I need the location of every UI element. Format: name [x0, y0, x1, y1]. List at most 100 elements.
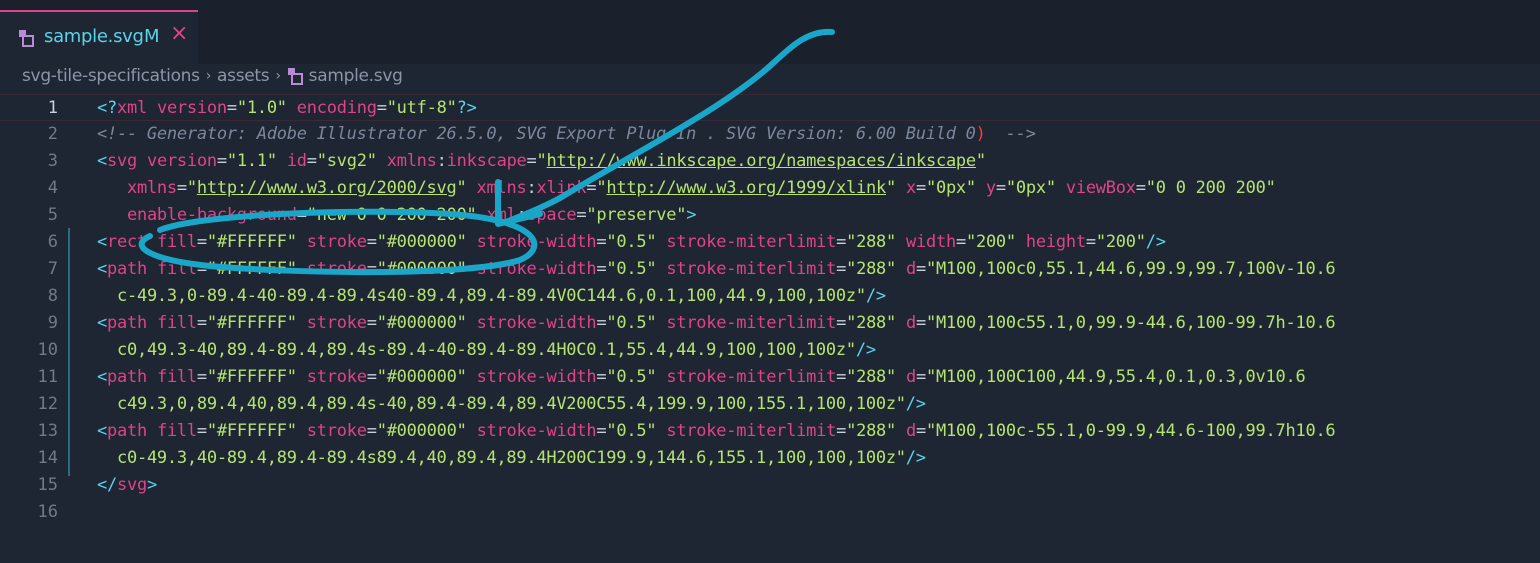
code-token: : — [526, 178, 537, 198]
line-number: 16 — [37, 502, 58, 522]
code-token: http://www.w3.org/2000/svg — [196, 178, 457, 198]
code-token: "288" — [846, 421, 897, 441]
line-number: 13 — [37, 421, 58, 441]
code-token: "utf-8" — [386, 98, 457, 118]
code-token: "svg2" — [316, 151, 377, 171]
breadcrumb-item-assets[interactable]: assets — [217, 66, 270, 86]
code-line[interactable]: 4 xmlns="http://www.w3.org/2000/svg" xml… — [0, 175, 1540, 202]
code-token: /> — [865, 286, 886, 306]
line-number: 4 — [47, 178, 58, 198]
code-token: xmlns — [476, 178, 527, 198]
code-token: version — [156, 98, 227, 118]
code-line[interactable]: 9 <path fill="#FFFFFF" stroke="#000000" s… — [0, 310, 1540, 337]
line-number: 14 — [37, 448, 58, 468]
code-text: c49.3,0,89.4,40,89.4,89.4s-40,89.4-89.4,… — [97, 391, 926, 418]
code-line[interactable]: 2 <!-- Generator: Adobe Illustrator 26.5.… — [0, 121, 1540, 148]
code-token: = — [196, 232, 207, 252]
tab-filename: sample.svg — [44, 26, 144, 47]
code-token: "#FFFFFF" — [206, 313, 297, 333]
code-token: = — [596, 421, 607, 441]
code-token: = — [196, 313, 207, 333]
code-line[interactable]: 7 <path fill="#FFFFFF" stroke="#000000" s… — [0, 256, 1540, 283]
close-tab-button[interactable]: × — [170, 21, 188, 46]
code-text: <path fill="#FFFFFF" stroke="#000000" st… — [97, 418, 1336, 445]
code-token: /> — [855, 340, 876, 360]
code-editor[interactable]: 1 <?xml version="1.0" encoding="utf-8"?> 2… — [0, 92, 1540, 563]
code-token: = — [196, 367, 207, 387]
code-line[interactable]: 3 <svg version="1.1" id="svg2" xmlns:inks… — [0, 148, 1540, 175]
breadcrumb-item-file[interactable]: sample.svg — [309, 66, 403, 86]
code-token: svg — [107, 151, 137, 171]
code-token: id — [286, 151, 307, 171]
code-text: xmlns="http://www.w3.org/2000/svg" xmlns… — [97, 175, 1276, 202]
code-token: "preserve" — [586, 205, 687, 225]
code-token: "288" — [846, 313, 897, 333]
code-token: http://www.w3.org/1999/xlink — [606, 178, 886, 198]
code-token: " — [975, 151, 986, 171]
line-number: 9 — [47, 313, 58, 333]
code-token: "#000000" — [376, 421, 467, 441]
code-token: = — [1135, 178, 1146, 198]
code-text: c0-49.3,40-89.4,89.4-89.4s89.4,40,89.4,8… — [97, 445, 926, 472]
code-token: "#000000" — [376, 232, 467, 252]
code-token: " — [456, 178, 467, 198]
code-token: space — [526, 205, 577, 225]
code-token: = — [366, 421, 377, 441]
code-token: = — [366, 313, 377, 333]
breadcrumb-item-project[interactable]: svg-tile-specifications — [22, 66, 200, 86]
code-token: = — [196, 259, 207, 279]
code-token: enable-background — [126, 205, 297, 225]
tab-sample-svg[interactable]: sample.svg M × — [0, 10, 198, 64]
code-token: = — [596, 367, 607, 387]
code-token: "1.1" — [226, 151, 277, 171]
code-token: stroke-width — [476, 259, 597, 279]
code-token: "0 0 200 200" — [1145, 178, 1276, 198]
code-line[interactable]: 8 c-49.3,0-89.4-40-89.4-89.4s40-89.4,89.… — [0, 283, 1540, 310]
code-token: "#000000" — [376, 367, 467, 387]
code-token: "288" — [846, 367, 897, 387]
code-token: = — [596, 259, 607, 279]
code-token: > — [146, 475, 157, 495]
code-line[interactable]: 10 c0,49.3-40,89.4-89.4,89.4s-89.4-40-89… — [0, 337, 1540, 364]
code-token: xml — [116, 98, 147, 118]
tab-modified-status: M — [144, 26, 160, 47]
code-token: "0.5" — [606, 259, 657, 279]
code-token: > — [686, 205, 697, 225]
code-text: enable-background="new 0 0 200 200" xml:… — [97, 202, 697, 229]
code-line[interactable]: 6 <rect fill="#FFFFFF" stroke="#000000" s… — [0, 229, 1540, 256]
code-token: "#FFFFFF" — [206, 259, 297, 279]
code-text: c-49.3,0-89.4-40-89.4-89.4s40-89.4,89.4-… — [97, 283, 886, 310]
code-token: "200" — [965, 232, 1016, 252]
code-token: : — [436, 151, 447, 171]
code-text: <path fill="#FFFFFF" stroke="#000000" st… — [97, 310, 1336, 337]
code-line[interactable]: 11 <path fill="#FFFFFF" stroke="#000000" … — [0, 364, 1540, 391]
code-text: <rect fill="#FFFFFF" stroke="#000000" st… — [97, 229, 1166, 256]
code-line[interactable]: 13 <path fill="#FFFFFF" stroke="#000000" … — [0, 418, 1540, 445]
code-token: path — [107, 259, 147, 279]
line-number: 11 — [37, 367, 58, 387]
code-line[interactable]: 15 </svg> — [0, 472, 1540, 499]
code-token: rect — [107, 232, 147, 252]
code-token: = — [596, 313, 607, 333]
code-line[interactable]: 1 <?xml version="1.0" encoding="utf-8"?> — [0, 94, 1540, 121]
code-token: d — [906, 313, 917, 333]
code-line[interactable]: 12 c49.3,0,89.4,40,89.4,89.4s-40,89.4-89… — [0, 391, 1540, 418]
code-token: <? — [97, 98, 117, 118]
chevron-right-icon: › — [205, 68, 212, 84]
code-line[interactable]: 16 — [0, 499, 1540, 526]
line-number: 6 — [47, 232, 58, 252]
code-line[interactable]: 5 enable-background="new 0 0 200 200" xm… — [0, 202, 1540, 229]
code-line[interactable]: 14 c0-49.3,40-89.4,89.4-89.4s89.4,40,89.… — [0, 445, 1540, 472]
